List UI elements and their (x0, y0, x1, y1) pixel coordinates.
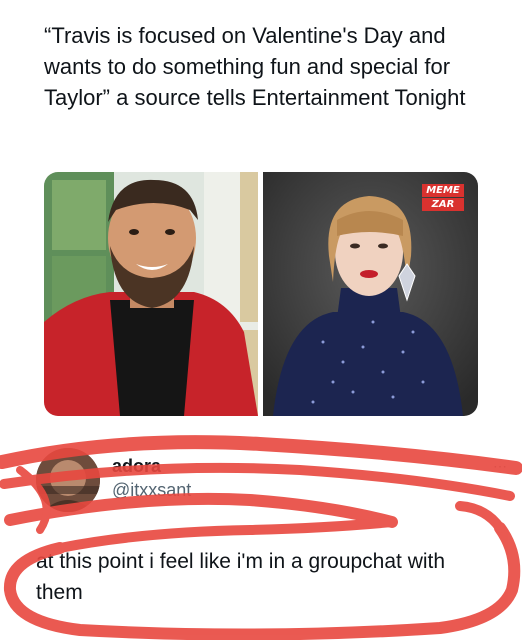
watermark-badge: MEME ZAR (422, 184, 464, 211)
reply-text: at this point i feel like i'm in a group… (36, 550, 446, 604)
post-text: “Travis is focused on Valentine's Day an… (44, 23, 466, 110)
avatar[interactable] (36, 448, 100, 512)
reply-tweet[interactable]: adora @itxxsant ⋯ at this point i feel l… (0, 430, 522, 640)
quoted-post: “Travis is focused on Valentine's Day an… (0, 0, 522, 430)
display-name[interactable]: adora (112, 456, 161, 477)
photo-travis[interactable] (44, 172, 258, 416)
post-media[interactable]: MEME ZAR (44, 172, 478, 416)
user-handle[interactable]: @itxxsant (112, 480, 191, 501)
watermark-line-1: MEME (422, 184, 464, 197)
more-options-icon[interactable]: ⋯ (493, 458, 508, 475)
watermark-line-2: ZAR (422, 198, 464, 211)
photo-taylor[interactable]: MEME ZAR (263, 172, 478, 416)
